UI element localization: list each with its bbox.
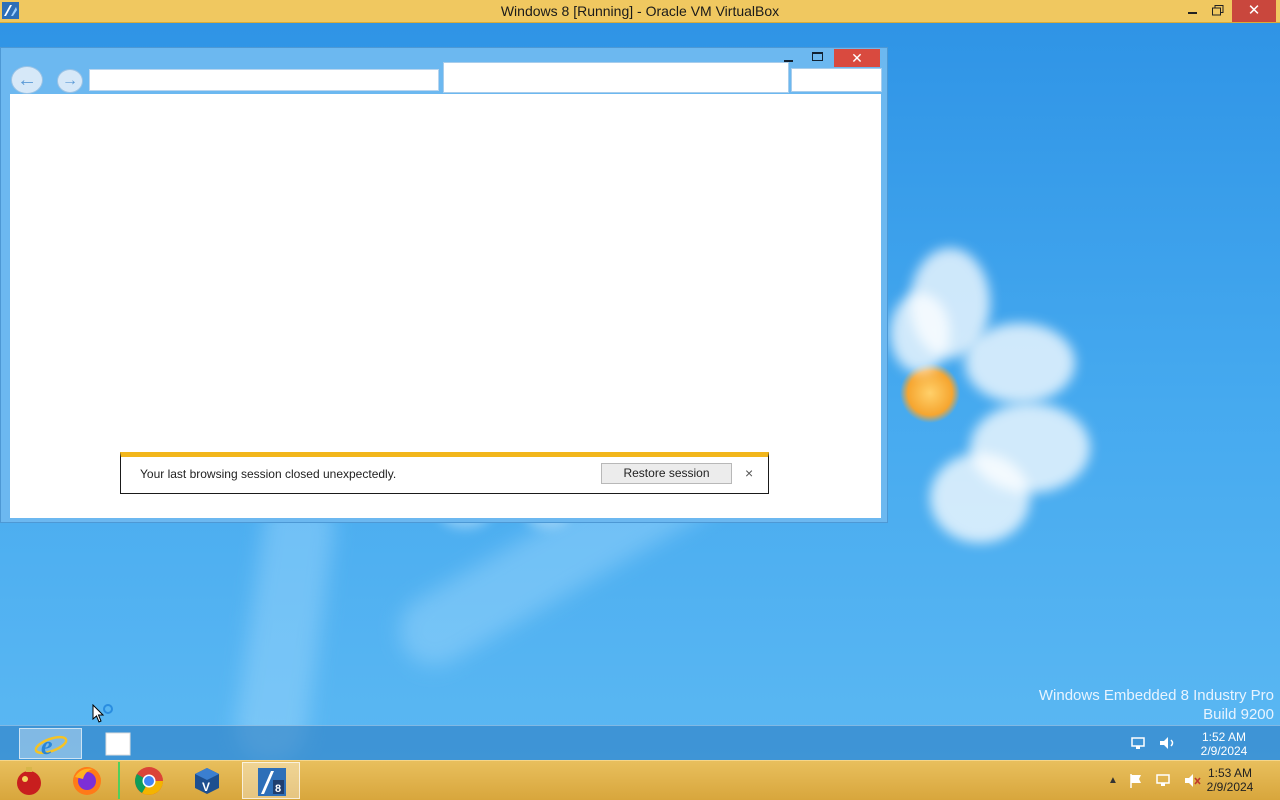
ie-minimize-button[interactable]	[779, 52, 799, 62]
network-icon[interactable]	[1130, 736, 1148, 750]
watermark-edition: Windows Embedded 8 Industry Pro	[1038, 687, 1274, 704]
guest-clock-time: 1:52 AM	[1201, 730, 1247, 744]
guest-clock[interactable]: 1:52 AM 2/9/2024	[1192, 730, 1256, 758]
svg-text:V: V	[202, 780, 210, 794]
host-restore-button[interactable]	[1206, 0, 1230, 22]
volume-icon[interactable]	[1158, 736, 1178, 750]
back-button[interactable]: ←	[11, 66, 43, 94]
maximize-icon	[812, 52, 823, 61]
wallpaper-petal	[890, 293, 950, 373]
internet-explorer-icon: e	[34, 731, 68, 758]
taskbar-item-windows8-vm[interactable]: 8	[242, 762, 300, 799]
wallpaper-petal	[930, 453, 1030, 543]
taskbar-item-firefox[interactable]	[58, 762, 116, 799]
ornament-icon	[17, 767, 41, 795]
tab-current[interactable]	[443, 62, 789, 93]
back-arrow-icon: ←	[17, 69, 37, 91]
host-system-tray: ▲	[1108, 772, 1207, 790]
action-center-flag-icon[interactable]	[1128, 773, 1144, 789]
windows8-vm-icon: 8	[258, 768, 286, 796]
host-clock-time: 1:53 AM	[1207, 766, 1253, 780]
guest-desktop: Windows Embedded 8 Industry Pro Build 92…	[0, 23, 1280, 760]
chrome-icon	[135, 767, 163, 795]
virtualbox-titlebar: Windows 8 [Running] - Oracle VM VirtualB…	[0, 0, 1280, 23]
host-minimize-button[interactable]	[1178, 0, 1204, 22]
host-clock-date: 2/9/2024	[1206, 780, 1254, 794]
show-hidden-icons-icon[interactable]: ▲	[1108, 775, 1118, 786]
taskbar-item-ornament[interactable]	[0, 762, 58, 799]
notification-message: Your last browsing session closed unexpe…	[140, 467, 397, 481]
minimize-icon	[1188, 12, 1197, 14]
taskbar-ie-button[interactable]: e	[19, 728, 82, 759]
ie-maximize-button[interactable]	[809, 50, 829, 62]
file-explorer-icon[interactable]	[105, 731, 131, 757]
svg-text:e: e	[41, 731, 53, 758]
window-title: Windows 8 [Running] - Oracle VM VirtualB…	[500, 3, 780, 19]
session-restore-notification: Your last browsing session closed unexpe…	[120, 452, 769, 494]
host-close-button[interactable]: ✕	[1232, 0, 1276, 22]
forward-arrow-icon: →	[62, 72, 78, 89]
host-clock[interactable]: 1:53 AM 2/9/2024	[1198, 766, 1262, 794]
new-tab-button[interactable]	[791, 68, 882, 92]
guest-system-tray	[1130, 734, 1184, 752]
busy-cursor-icon	[92, 704, 113, 723]
host-taskbar: V 8 ▲ 1:53 AM 2/9/2024	[0, 760, 1280, 800]
restore-icon	[1212, 5, 1224, 16]
wallpaper-petal	[965, 323, 1075, 403]
watermark-build: Build 9200	[1203, 706, 1274, 723]
guest-clock-date: 2/9/2024	[1200, 744, 1248, 758]
forward-button[interactable]: →	[57, 69, 83, 93]
taskbar-item-virtualbox[interactable]: V	[178, 762, 236, 799]
wallpaper-stem	[231, 489, 339, 760]
windows-watermark: Windows Embedded 8 Industry Pro Build 92…	[1039, 686, 1274, 724]
notification-close-button[interactable]: ×	[745, 465, 753, 481]
guest-taskbar: e 1:52 AM 2/9/2024	[0, 725, 1280, 760]
svg-text:8: 8	[275, 783, 281, 795]
virtualbox-icon: V	[195, 768, 219, 794]
restore-session-button[interactable]: Restore session	[601, 463, 732, 484]
address-bar[interactable]	[89, 69, 439, 91]
network-icon[interactable]	[1155, 773, 1173, 789]
ie-close-button[interactable]: ✕	[834, 49, 880, 67]
taskbar-item-chrome[interactable]	[118, 762, 176, 799]
firefox-icon	[73, 767, 101, 795]
